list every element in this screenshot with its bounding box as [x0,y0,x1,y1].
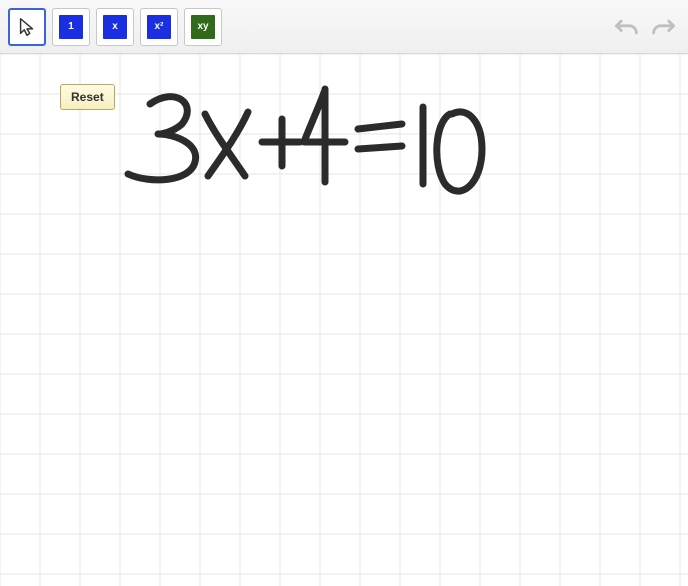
redo-icon [649,13,677,41]
x-squared-tile-label: x² [147,15,171,39]
x-tile[interactable]: x [96,8,134,46]
undo-icon [613,13,641,41]
toolbar-right [612,0,678,54]
pointer-tool[interactable] [8,8,46,46]
toolbar: 1 x x² xy [0,0,688,54]
redo-button[interactable] [648,12,678,42]
x-squared-tile[interactable]: x² [140,8,178,46]
pointer-icon [16,16,38,38]
reset-button[interactable]: Reset [60,84,115,110]
xy-tile-label: xy [191,15,215,39]
x-tile-label: x [103,15,127,39]
constant-tile[interactable]: 1 [52,8,90,46]
grid-background [0,54,688,586]
canvas[interactable]: Reset [0,54,688,586]
constant-tile-label: 1 [59,15,83,39]
undo-button[interactable] [612,12,642,42]
xy-tile[interactable]: xy [184,8,222,46]
